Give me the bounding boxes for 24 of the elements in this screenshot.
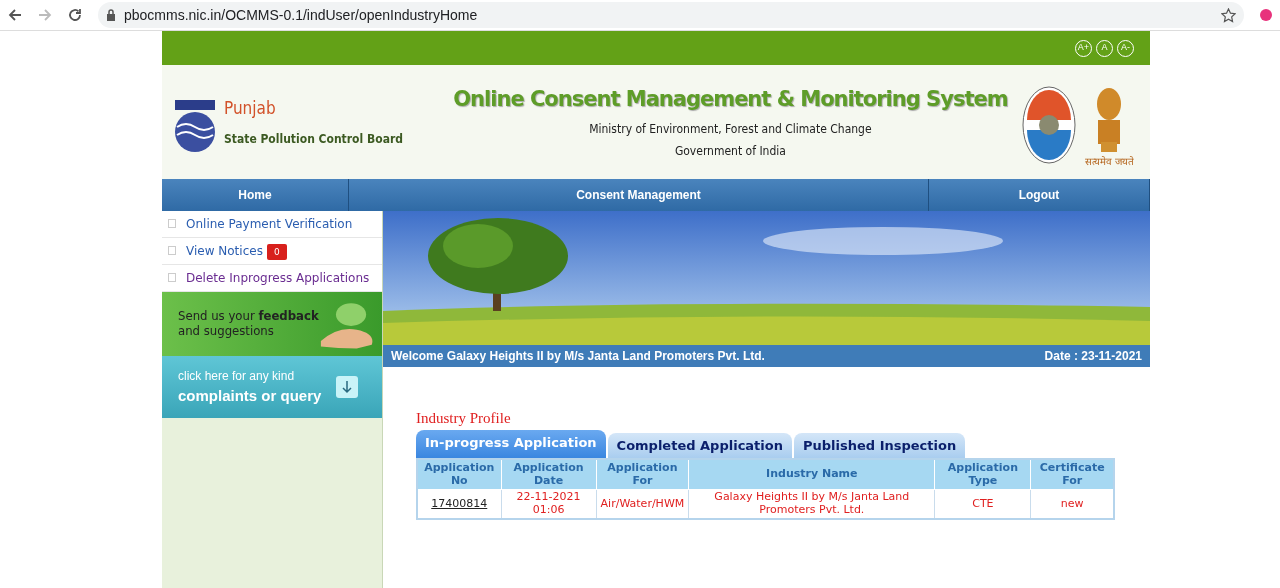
org-name: Punjab bbox=[224, 97, 277, 121]
ministry-text: Ministry of Environment, Forest and Climate Change bbox=[589, 120, 872, 138]
column-header: Industry Name bbox=[688, 459, 935, 490]
date-text: Date : 23-11-2021 bbox=[1044, 348, 1142, 365]
government-text: Government of India bbox=[674, 142, 786, 160]
org-subtitle: State Pollution Control Board bbox=[224, 130, 403, 148]
tab[interactable]: Completed Application bbox=[607, 432, 792, 458]
url-text: pbocmms.nic.in/OCMMS-0.1/indUser/openIndustryHome bbox=[124, 5, 478, 25]
emblem-motto: सत्यमेव जयते bbox=[1084, 155, 1134, 169]
site-title: Online Consent Management & Monitoring System bbox=[453, 86, 1008, 114]
notice-count-badge: 0 bbox=[266, 244, 287, 260]
column-header: Application For bbox=[596, 459, 689, 490]
sidebar-link[interactable]: View Notices bbox=[186, 242, 263, 260]
tab[interactable]: Published Inspection bbox=[794, 432, 966, 458]
section-title: Industry Profile bbox=[416, 409, 512, 428]
column-header: Application No bbox=[417, 459, 502, 490]
address-bar[interactable]: pbocmms.nic.in/OCMMS-0.1/indUser/openIndustryHome bbox=[98, 2, 1244, 28]
column-header: Application Type bbox=[934, 459, 1031, 490]
column-header: Application Date bbox=[501, 459, 597, 490]
complaints-title: complaints or query bbox=[178, 385, 322, 406]
column-header: Certificate For bbox=[1030, 459, 1114, 490]
welcome-text: Welcome Galaxy Heights II by M/s Janta Land Promoters Pvt. Ltd. bbox=[391, 348, 765, 365]
complaints-caption: click here for any kind bbox=[178, 367, 296, 385]
feedback-banner[interactable]: Send us your feedback and suggestions bbox=[162, 292, 382, 356]
